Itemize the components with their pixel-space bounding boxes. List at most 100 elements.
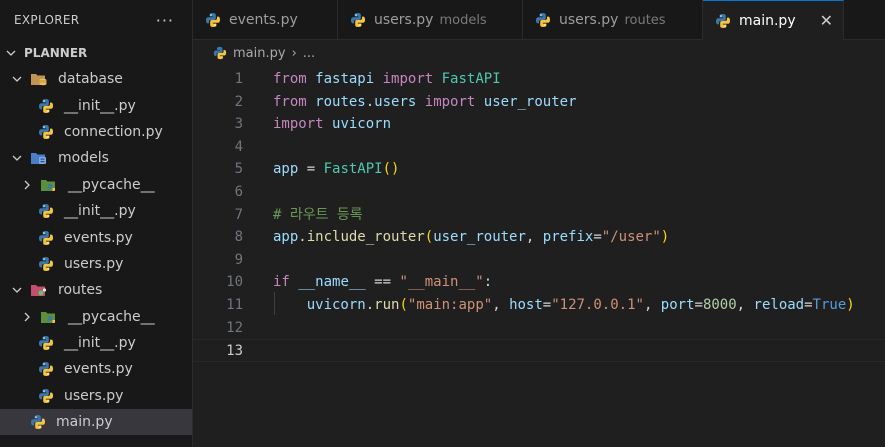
editor-tabs: events.py users.py models users.py routes mai… [193, 0, 885, 40]
tree-item-label: models [58, 150, 109, 167]
python-file-icon [38, 230, 54, 246]
tab-description: models [439, 12, 487, 28]
tree-item-label: database [58, 71, 123, 88]
chevron-down-icon [10, 284, 24, 296]
tree-folder-routes[interactable]: routes [0, 277, 192, 303]
code-line[interactable]: 4 [193, 136, 885, 159]
code-line[interactable]: 3 import uvicorn [193, 113, 885, 136]
tree-item-label: main.py [56, 414, 113, 431]
python-file-icon [350, 12, 366, 28]
code-line[interactable]: 5 app = FastAPI() [193, 158, 885, 181]
tree-file-init-py[interactable]: __init__.py [0, 330, 192, 356]
more-actions-icon[interactable]: ··· [156, 11, 174, 30]
database-folder-icon [30, 71, 48, 87]
python-file-icon [38, 98, 54, 114]
python-file-icon [38, 335, 54, 351]
workspace-root[interactable]: PLANNER [0, 40, 192, 66]
tab-label: events.py [229, 12, 298, 28]
tree-item-label: __init__.py [64, 97, 136, 114]
code-text: import uvicorn [273, 116, 392, 133]
tab-label: users.py [374, 12, 434, 28]
line-number: 11 [226, 297, 243, 313]
code-text: if __name__ == "__main__": [273, 274, 493, 291]
line-number: 10 [226, 274, 243, 291]
code-line[interactable]: 10 if __name__ == "__main__": [193, 271, 885, 294]
tab-users-py-models[interactable]: users.py models [338, 0, 523, 40]
line-number: 5 [234, 161, 243, 178]
line-number: 1 [234, 71, 243, 87]
chevron-down-icon [10, 73, 24, 85]
tree-file-connection-py[interactable]: connection.py [0, 119, 192, 145]
chevron-down-icon [10, 152, 24, 164]
code-line[interactable]: 6 [193, 181, 885, 204]
python-file-icon [30, 414, 46, 430]
code-line[interactable]: 2 from routes.users import user_router [193, 91, 885, 114]
code-text: from fastapi import FastAPI [273, 71, 501, 87]
line-number: 4 [234, 138, 243, 155]
code-text: # 라우트 등록 [273, 206, 363, 223]
file-tree: database __init__.py connection.py models __… [0, 66, 192, 436]
python-file-icon [205, 12, 221, 28]
tree-item-label: routes [58, 282, 103, 299]
line-number: 3 [234, 116, 243, 133]
tree-folder-database[interactable]: database [0, 66, 192, 92]
code-text: uvicorn.run("main:app", host="127.0.0.1"… [306, 297, 855, 313]
close-icon[interactable]: ✕ [820, 11, 833, 30]
tree-folder-models[interactable]: models [0, 145, 192, 171]
tree-file-init-py[interactable]: __init__.py [0, 198, 192, 224]
tree-file-events-py[interactable]: events.py [0, 356, 192, 382]
explorer-title: EXPLORER [14, 13, 80, 27]
tab-label: users.py [559, 12, 619, 28]
tree-folder-pycache[interactable]: __pycache__ [0, 172, 192, 198]
tree-item-label: users.py [64, 387, 124, 404]
tree-file-events-py[interactable]: events.py [0, 224, 192, 250]
tree-item-label: users.py [64, 255, 124, 272]
tree-item-label: __pycache__ [68, 176, 155, 193]
tree-file-users-py[interactable]: users.py [0, 251, 192, 277]
line-number: 2 [234, 93, 243, 110]
tree-item-label: __init__.py [64, 203, 136, 220]
python-file-icon [715, 13, 731, 29]
line-number: 7 [234, 206, 243, 223]
tab-main-py[interactable]: main.py ✕ [703, 0, 844, 40]
tab-users-py-routes[interactable]: users.py routes [523, 0, 703, 40]
tab-description: routes [624, 12, 666, 28]
code-line[interactable]: 9 [193, 249, 885, 272]
code-line[interactable]: 12 [193, 317, 885, 340]
code-editor[interactable]: 1 from fastapi import FastAPI 2 from routes… [193, 66, 885, 447]
breadcrumb-file[interactable]: main.py [233, 46, 286, 61]
tree-item-label: connection.py [64, 123, 163, 140]
python-file-icon [38, 124, 54, 140]
breadcrumb-separator: › [291, 45, 297, 61]
line-number: 13 [226, 343, 243, 360]
tree-item-label: events.py [64, 361, 133, 378]
tree-item-label: events.py [64, 229, 133, 246]
code-text: app.include_router(user_router, prefix="… [273, 229, 670, 246]
breadcrumb-symbols[interactable]: ... [303, 46, 315, 61]
code-line[interactable]: 13 [193, 339, 885, 362]
routes-folder-icon [30, 282, 48, 298]
chevron-right-icon [20, 311, 34, 323]
breadcrumb: main.py › ... [193, 40, 885, 66]
code-line[interactable]: 8 app.include_router(user_router, prefix=… [193, 226, 885, 249]
tree-file-users-py[interactable]: users.py [0, 383, 192, 409]
tab-events-py[interactable]: events.py [193, 0, 338, 40]
python-file-icon [213, 46, 227, 60]
chevron-right-icon [20, 179, 34, 191]
line-number: 12 [226, 319, 243, 336]
code-line[interactable]: 7 # 라우트 등록 [193, 204, 885, 227]
pycache-folder-icon [40, 177, 58, 193]
workspace-root-label: PLANNER [24, 46, 88, 60]
tree-item-label: __init__.py [64, 335, 136, 352]
code-line[interactable]: 1 from fastapi import FastAPI [193, 68, 885, 91]
python-file-icon [535, 12, 551, 28]
line-number: 6 [234, 184, 243, 200]
line-number: 8 [234, 229, 243, 246]
code-line[interactable]: 11 uvicorn.run("main:app", host="127.0.0… [193, 294, 885, 317]
tree-folder-pycache[interactable]: __pycache__ [0, 304, 192, 330]
python-file-icon [38, 388, 54, 404]
explorer-header: EXPLORER ··· [0, 0, 192, 40]
tree-file-main-py[interactable]: main.py [0, 409, 192, 436]
tree-file-init-py[interactable]: __init__.py [0, 92, 192, 118]
pycache-folder-icon [40, 309, 58, 325]
